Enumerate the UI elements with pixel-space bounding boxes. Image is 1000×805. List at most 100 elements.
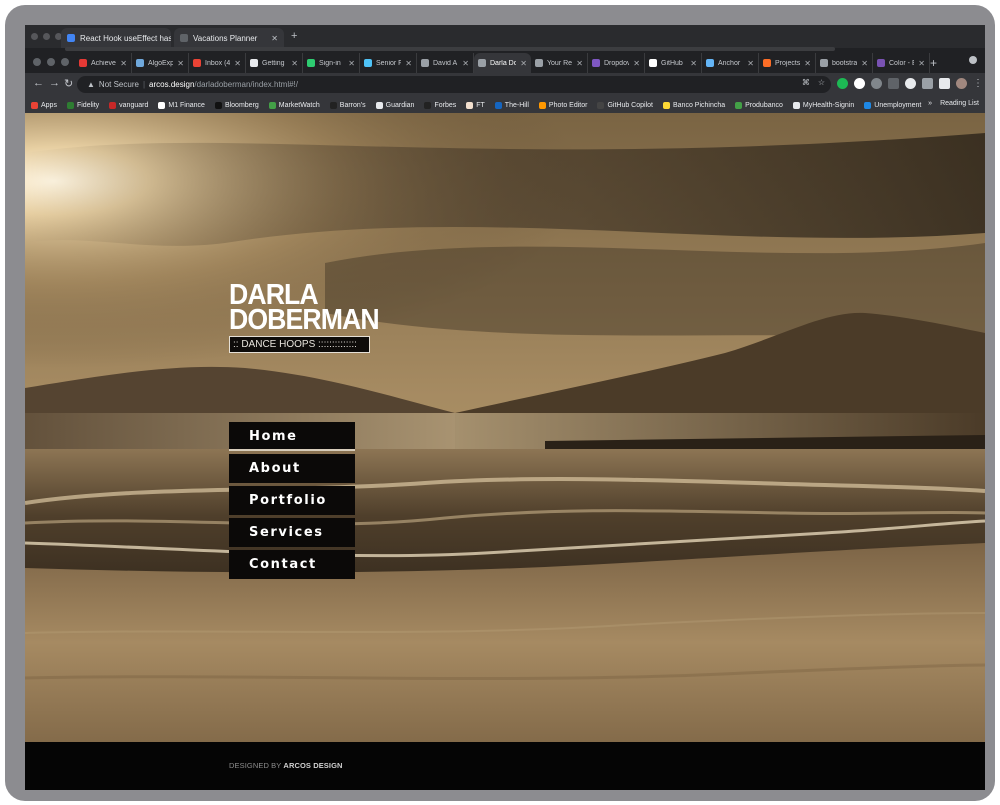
tab[interactable]: Darla Do ✕ (474, 53, 531, 73)
close-icon[interactable]: ✕ (861, 59, 868, 68)
extension-icon[interactable] (905, 78, 916, 89)
close-icon[interactable]: ✕ (918, 59, 925, 68)
bookmark-item[interactable]: M1 Finance (158, 101, 205, 109)
extension-icon[interactable] (837, 78, 848, 89)
bookmark-item[interactable]: FT (466, 101, 485, 109)
bookmark-item[interactable]: Bloomberg (214, 101, 259, 109)
bookmark-item[interactable]: Guardian (375, 101, 414, 109)
bookmark-item[interactable]: GitHub Copilot (597, 101, 653, 109)
omnibox-actions: ⌘ ☆ (802, 78, 825, 87)
extension-icon[interactable] (871, 78, 882, 89)
tab[interactable]: bootstra ✕ (816, 53, 873, 73)
tab[interactable]: Senior F ✕ (360, 53, 417, 73)
bookmark-item[interactable]: vanguard (109, 101, 148, 109)
tab-search-icon[interactable] (969, 56, 977, 64)
more-menu-icon[interactable]: ⋮ (973, 78, 983, 89)
nav-link-services[interactable]: Services (229, 518, 355, 547)
tab[interactable]: Your Re ✕ (531, 53, 588, 73)
tab-title: Getting (262, 59, 285, 67)
close-icon[interactable]: ✕ (405, 59, 412, 68)
bookmark-favicon-icon (158, 101, 166, 109)
qr-code-icon[interactable]: ⌘ (802, 78, 810, 87)
bookmark-item[interactable]: Barron's (329, 101, 366, 109)
forward-arrow-icon[interactable]: → (49, 77, 60, 89)
tab[interactable]: Projects ✕ (759, 53, 816, 73)
close-icon[interactable]: ✕ (804, 59, 811, 68)
close-icon[interactable]: ✕ (234, 59, 241, 68)
bookmark-item[interactable]: Unemployment (864, 101, 921, 109)
tab-title: Senior F (376, 59, 402, 67)
avatar[interactable] (956, 78, 967, 89)
bookmark-favicon-icon (466, 101, 474, 109)
close-icon[interactable]: ✕ (271, 34, 278, 43)
bookmark-item[interactable]: Photo Editor (538, 101, 587, 109)
nav-link-home[interactable]: Home (229, 422, 355, 451)
close-icon[interactable]: ✕ (348, 59, 355, 68)
maximize-window-button[interactable] (61, 58, 69, 66)
bookmark-item[interactable]: MarketWatch (268, 101, 320, 109)
background-tab[interactable]: Vacations Planner ✕ (174, 28, 284, 48)
not-secure-warning-icon[interactable]: ▲ (87, 80, 95, 89)
site-footer: DESIGNED BY ARCOS DESIGN (25, 742, 985, 790)
bookmark-label: MyHealth-Signin (802, 101, 855, 109)
bookmark-item[interactable]: Apps (31, 101, 57, 109)
tab[interactable]: Dropdov ✕ (588, 53, 645, 73)
background-tab[interactable]: React Hook useEffect has mis ✕ (61, 28, 171, 48)
tab[interactable]: Anchor ✕ (702, 53, 759, 73)
tab[interactable]: GitHub ✕ (645, 53, 702, 73)
nav-link-about[interactable]: About (229, 454, 355, 483)
tab[interactable]: Sign-in ✕ (303, 53, 360, 73)
bookmark-favicon-icon (597, 101, 605, 109)
extension-icon[interactable] (854, 78, 865, 89)
bookmark-star-icon[interactable]: ☆ (818, 78, 825, 87)
close-icon[interactable]: ✕ (177, 59, 184, 68)
tab[interactable]: Inbox (4 ✕ (189, 53, 246, 73)
tab-favicon-icon (421, 59, 429, 67)
bookmarks-overflow-icon[interactable]: » (928, 100, 932, 107)
close-icon[interactable]: ✕ (462, 59, 469, 68)
tab[interactable]: Getting ✕ (246, 53, 303, 73)
bookmark-favicon-icon (662, 101, 670, 109)
tab[interactable]: Color - E ✕ (873, 53, 930, 73)
reading-list-link[interactable]: Reading List (940, 100, 979, 107)
minimize-window-button[interactable] (47, 58, 55, 66)
new-tab-icon[interactable]: + (291, 30, 297, 42)
bookmark-item[interactable]: MyHealth-Signin (792, 101, 855, 109)
tab-favicon-icon (592, 59, 600, 67)
tab-title: Anchor (718, 59, 741, 67)
close-window-button[interactable] (33, 58, 41, 66)
site-logo[interactable]: DARLA DOBERMAN :: DANCE HOOPS ::::::::::… (229, 281, 392, 353)
tab[interactable]: Achieve ✕ (75, 53, 132, 73)
tab-favicon-icon (67, 34, 75, 42)
extensions-bar: ⋮ (837, 78, 983, 89)
bookmark-item[interactable]: Banco Pichincha (662, 101, 725, 109)
close-icon[interactable]: ✕ (291, 59, 298, 68)
url-host: arcos.design (149, 80, 195, 89)
bookmark-label: Produbanco (745, 101, 783, 109)
reload-icon[interactable]: ↻ (64, 77, 73, 90)
bookmark-label: Bloomberg (224, 101, 259, 109)
tab[interactable]: David A ✕ (417, 53, 474, 73)
close-icon[interactable]: ✕ (633, 59, 640, 68)
nav-link-portfolio[interactable]: Portfolio (229, 486, 355, 515)
address-bar[interactable]: ▲ Not Secure | arcos.design /darladoberm… (77, 76, 831, 93)
bookmark-manager-icon[interactable] (888, 78, 899, 89)
close-icon[interactable]: ✕ (520, 59, 527, 68)
footer-credit-link[interactable]: ARCOS DESIGN (283, 761, 342, 770)
extension-icon[interactable] (922, 78, 933, 89)
puzzle-icon[interactable] (939, 78, 950, 89)
close-icon[interactable]: ✕ (690, 59, 697, 68)
bookmark-item[interactable]: Fidelity (66, 101, 99, 109)
bookmark-label: M1 Finance (168, 101, 205, 109)
close-icon[interactable]: ✕ (747, 59, 754, 68)
back-arrow-icon[interactable]: ← (33, 77, 44, 89)
new-tab-icon[interactable]: + (930, 56, 937, 70)
close-icon[interactable]: ✕ (576, 59, 583, 68)
bookmark-item[interactable]: Produbanco (735, 101, 783, 109)
nav-link-contact[interactable]: Contact (229, 550, 355, 579)
bookmark-item[interactable]: Forbes (424, 101, 456, 109)
bookmark-item[interactable]: The-Hill (494, 101, 529, 109)
tab-title: Dropdov (604, 59, 630, 67)
close-icon[interactable]: ✕ (120, 59, 127, 68)
tab[interactable]: AlgoExp ✕ (132, 53, 189, 73)
